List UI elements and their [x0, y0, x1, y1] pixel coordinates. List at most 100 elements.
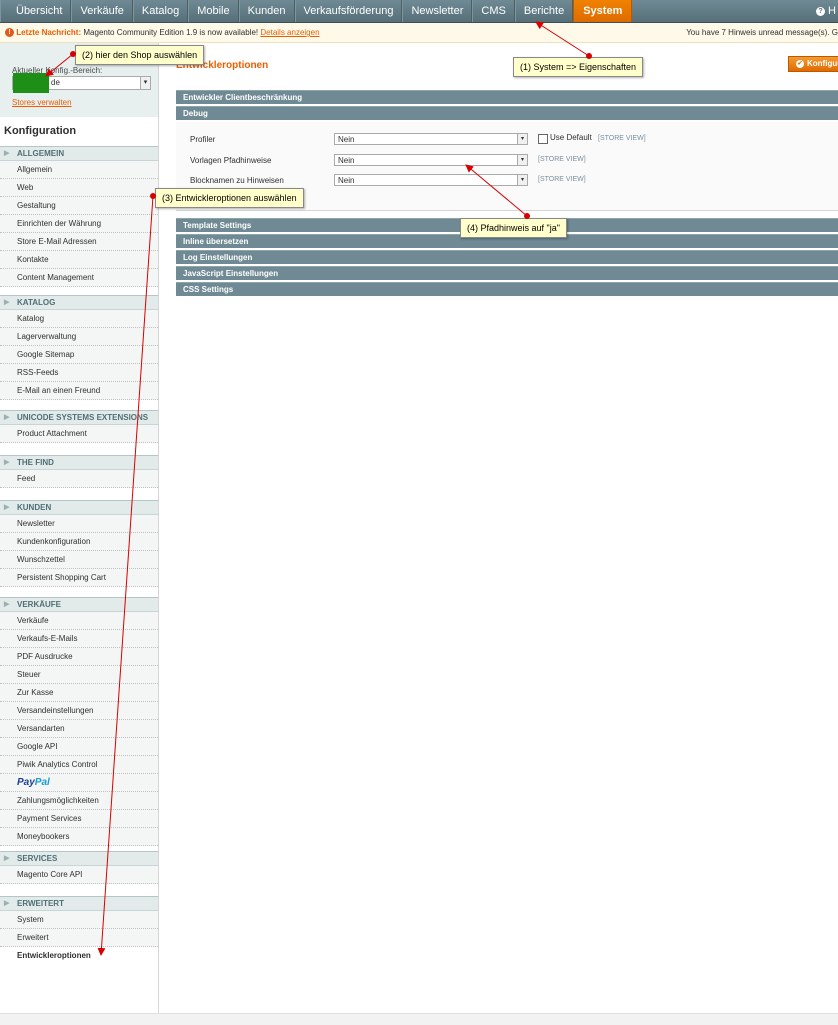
sidebar-item-piwik[interactable]: Piwik Analytics Control: [0, 756, 158, 774]
sidebar-item-erweitert[interactable]: Erweitert: [0, 929, 158, 947]
nav-berichte[interactable]: Berichte: [514, 0, 574, 22]
sidebar-item-katalog[interactable]: Katalog: [0, 310, 158, 328]
group-header[interactable]: ▶ VERKÄUFE: [0, 597, 158, 612]
scope-hint: [STORE VIEW]: [538, 156, 586, 163]
group-header[interactable]: ▶ THE FIND: [0, 455, 158, 470]
sidebar-item-content-management[interactable]: Content Management: [0, 269, 158, 287]
sidebar-item-steuer[interactable]: Steuer: [0, 666, 158, 684]
nav-verkaeufe[interactable]: Verkäufe: [71, 0, 133, 22]
details-link[interactable]: Details anzeigen: [260, 28, 319, 37]
sidebar-item-versandarten[interactable]: Versandarten: [0, 720, 158, 738]
scope-hint: [STORE VIEW]: [538, 176, 586, 183]
sidebar-item-versandeinstellungen[interactable]: Versandeinstellungen: [0, 702, 158, 720]
sidebar-item-moneybookers[interactable]: Moneybookers: [0, 828, 158, 846]
sidebar-item-feed[interactable]: Feed: [0, 470, 158, 488]
sidebar-item-gestaltung[interactable]: Gestaltung: [0, 197, 158, 215]
sidebar-item-paypal[interactable]: PayPal: [0, 774, 158, 792]
group-title: SERVICES: [17, 854, 58, 863]
group-title: KUNDEN: [17, 503, 52, 512]
sidebar-item-product-attachment[interactable]: Product Attachment: [0, 425, 158, 443]
group-title: ALLGEMEIN: [17, 149, 65, 158]
group-title: THE FIND: [17, 458, 54, 467]
sidebar-item-lagerverwaltung[interactable]: Lagerverwaltung: [0, 328, 158, 346]
sidebar-item-magento-core-api[interactable]: Magento Core API: [0, 866, 158, 884]
group-allgemein: ▶ ALLGEMEIN Allgemein Web Gestaltung Einr…: [0, 146, 158, 287]
redaction-box: [13, 73, 49, 93]
sidebar-item-kontakte[interactable]: Kontakte: [0, 251, 158, 269]
config-sidebar: Aktueller Konfig.-Bereich: de ▾ Stores v…: [0, 43, 159, 1013]
sidebar-item-waehrung[interactable]: Einrichten der Währung: [0, 215, 158, 233]
sidebar-item-pdf-ausdrucke[interactable]: PDF Ausdrucke: [0, 648, 158, 666]
triangle-icon: ▶: [4, 150, 10, 157]
section-client-restriction[interactable]: Entwickler Clientbeschränkung: [176, 90, 838, 104]
group-header[interactable]: ▶ UNICODE SYSTEMS EXTENSIONS: [0, 410, 158, 425]
group-kunden: ▶ KUNDEN Newsletter Kundenkonfiguration W…: [0, 500, 158, 587]
sidebar-item-kundenkonfiguration[interactable]: Kundenkonfiguration: [0, 533, 158, 551]
sidebar-item-allgemein[interactable]: Allgemein: [0, 161, 158, 179]
sidebar-item-zur-kasse[interactable]: Zur Kasse: [0, 684, 158, 702]
annotation-2: (2) hier den Shop auswählen: [75, 45, 205, 65]
group-title: VERKÄUFE: [17, 600, 62, 609]
annotation-1: (1) System => Eigenschaften: [513, 57, 644, 77]
sidebar-item-verkaufs-emails[interactable]: Verkaufs-E-Mails: [0, 630, 158, 648]
sidebar-item-web[interactable]: Web: [0, 179, 158, 197]
triangle-icon: ▶: [4, 855, 10, 862]
nav-cms[interactable]: CMS: [472, 0, 515, 22]
section-debug[interactable]: Debug: [176, 106, 838, 120]
nav-system[interactable]: System: [573, 0, 633, 22]
stores-manage-link[interactable]: Stores verwalten: [12, 98, 72, 107]
group-title: KATALOG: [17, 298, 56, 307]
notification-bar: ! Letzte Nachricht: Magento Community Ed…: [0, 23, 838, 43]
notification-label: Letzte Nachricht:: [16, 28, 82, 37]
nav-verkaufsfoerderung[interactable]: Verkaufsförderung: [294, 0, 403, 22]
triangle-icon: ▶: [4, 900, 10, 907]
sidebar-item-google-api[interactable]: Google API: [0, 738, 158, 756]
sidebar-item-system[interactable]: System: [0, 911, 158, 929]
group-services: ▶ SERVICES Magento Core API: [0, 851, 158, 884]
group-header[interactable]: ▶ ALLGEMEIN: [0, 146, 158, 161]
template-hints-select[interactable]: Nein ▾: [334, 154, 528, 166]
sidebar-item-google-sitemap[interactable]: Google Sitemap: [0, 346, 158, 364]
block-hints-select[interactable]: Nein ▾: [334, 174, 528, 186]
nav-katalog[interactable]: Katalog: [132, 0, 189, 22]
sidebar-item-email-adressen[interactable]: Store E-Mail Adressen: [0, 233, 158, 251]
paypal-logo: PayPal: [17, 777, 50, 788]
nav-newsletter[interactable]: Newsletter: [402, 0, 473, 22]
profiler-select[interactable]: Nein ▾: [334, 133, 528, 145]
nav-kunden[interactable]: Kunden: [238, 0, 295, 22]
group-header[interactable]: ▶ SERVICES: [0, 851, 158, 866]
nav-uebersicht[interactable]: Übersicht: [0, 0, 72, 22]
unread-messages[interactable]: You have 7 Hinweis unread message(s). G: [686, 23, 838, 42]
chevron-down-icon: ▾: [517, 155, 527, 165]
check-icon: ✔: [796, 59, 804, 68]
sidebar-item-rss-feeds[interactable]: RSS-Feeds: [0, 364, 158, 382]
sidebar-item-wunschzettel[interactable]: Wunschzettel: [0, 551, 158, 569]
sidebar-item-zahlungsmoeglichkeiten[interactable]: Zahlungsmöglichkeiten: [0, 792, 158, 810]
sidebar-item-email-freund[interactable]: E-Mail an einen Freund: [0, 382, 158, 400]
save-config-button[interactable]: ✔Konfiguration speichern: [788, 56, 838, 72]
sidebar-item-verkaeufe[interactable]: Verkäufe: [0, 612, 158, 630]
sidebar-item-persistent-cart[interactable]: Persistent Shopping Cart: [0, 569, 158, 587]
group-header[interactable]: ▶ ERWEITERT: [0, 896, 158, 911]
row-profiler: Profiler Nein ▾ Use Default [STORE VIEW]: [176, 133, 838, 149]
sidebar-item-newsletter[interactable]: Newsletter: [0, 515, 158, 533]
annotation-dot: [150, 193, 156, 199]
warning-icon: !: [5, 28, 14, 38]
scope-select[interactable]: de ▾: [12, 73, 151, 93]
sidebar-item-payment-services[interactable]: Payment Services: [0, 810, 158, 828]
use-default-checkbox[interactable]: [538, 134, 548, 144]
group-header[interactable]: ▶ KUNDEN: [0, 500, 158, 515]
top-navigation: Übersicht Verkäufe Katalog Mobile Kunden…: [0, 0, 838, 23]
group-header[interactable]: ▶ KATALOG: [0, 295, 158, 310]
section-log-settings[interactable]: Log Einstellungen: [176, 250, 838, 264]
group-katalog: ▶ KATALOG Katalog Lagerverwaltung Google …: [0, 295, 158, 400]
group-title: ERWEITERT: [17, 899, 64, 908]
help-link[interactable]: ? H: [815, 0, 838, 22]
section-css-settings[interactable]: CSS Settings: [176, 282, 838, 296]
bottom-strip: [0, 1013, 838, 1025]
nav-mobile[interactable]: Mobile: [188, 0, 239, 22]
chevron-down-icon: ▾: [140, 77, 150, 89]
annotation-4: (4) Pfadhinweis auf "ja": [460, 218, 567, 238]
section-js-settings[interactable]: JavaScript Einstellungen: [176, 266, 838, 280]
sidebar-item-entwickleroptionen[interactable]: Entwickleroptionen: [0, 947, 158, 964]
